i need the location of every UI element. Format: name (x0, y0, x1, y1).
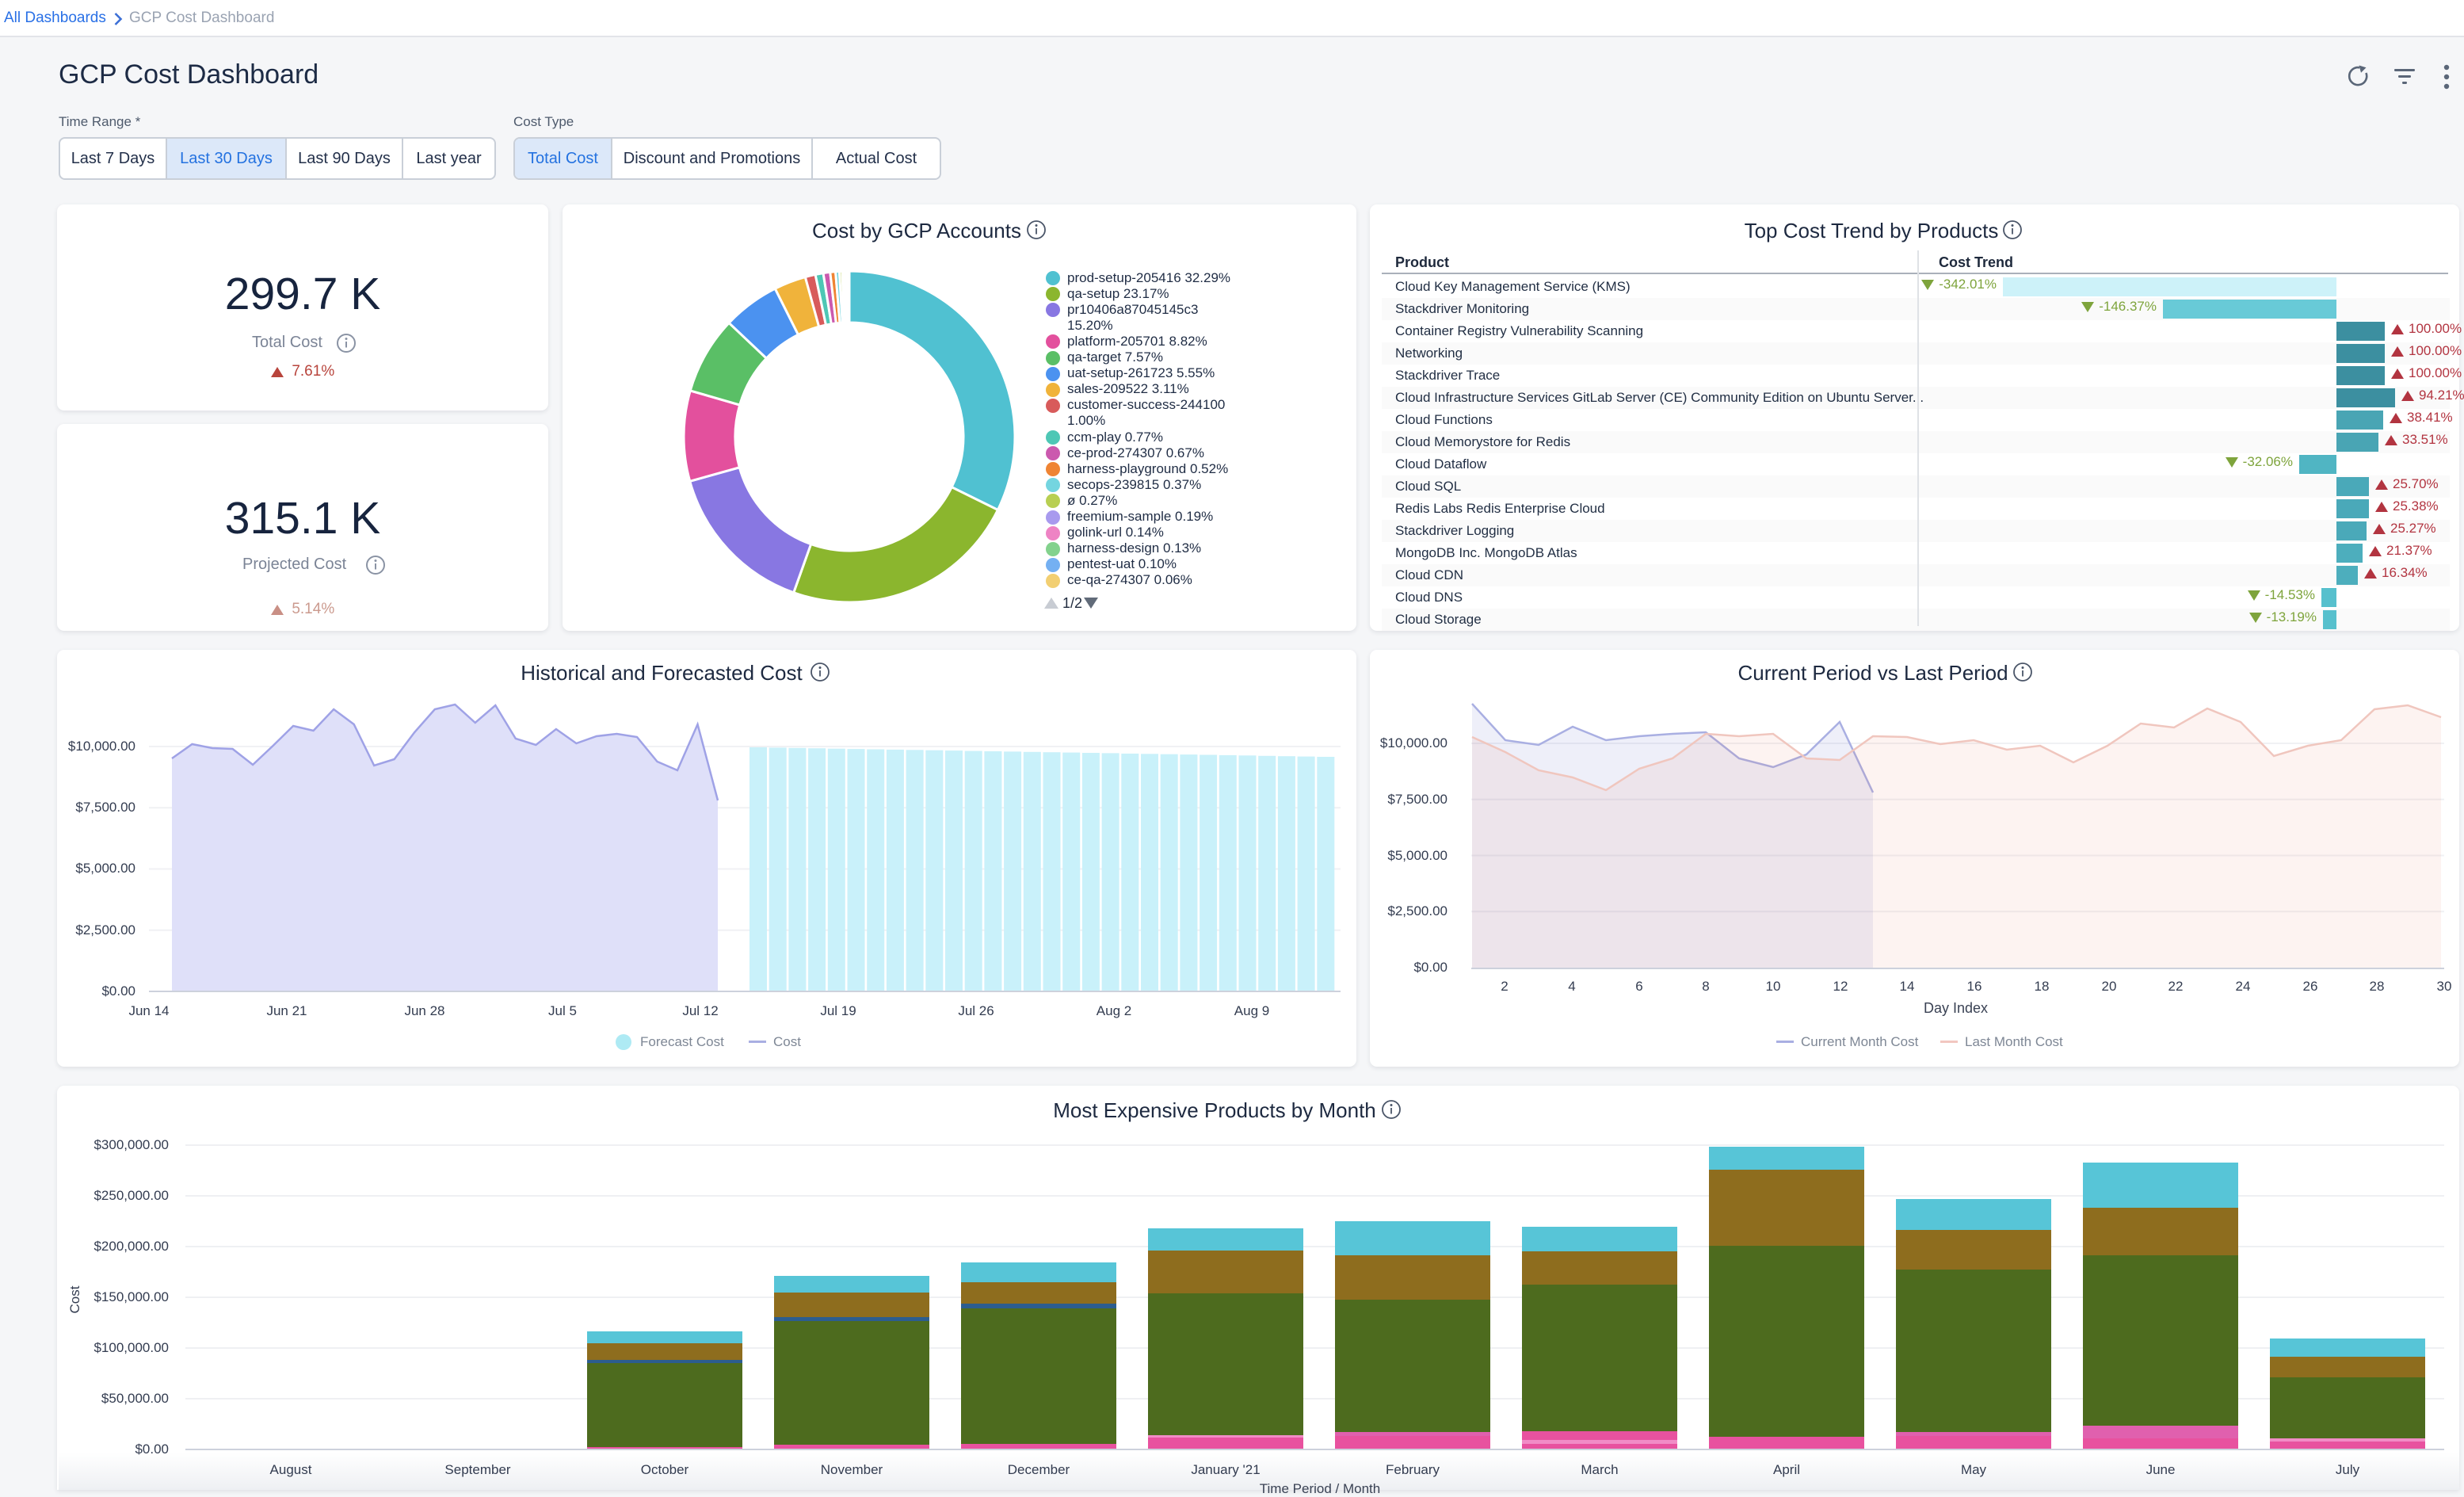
svg-text:Cost: Cost (67, 1285, 82, 1313)
